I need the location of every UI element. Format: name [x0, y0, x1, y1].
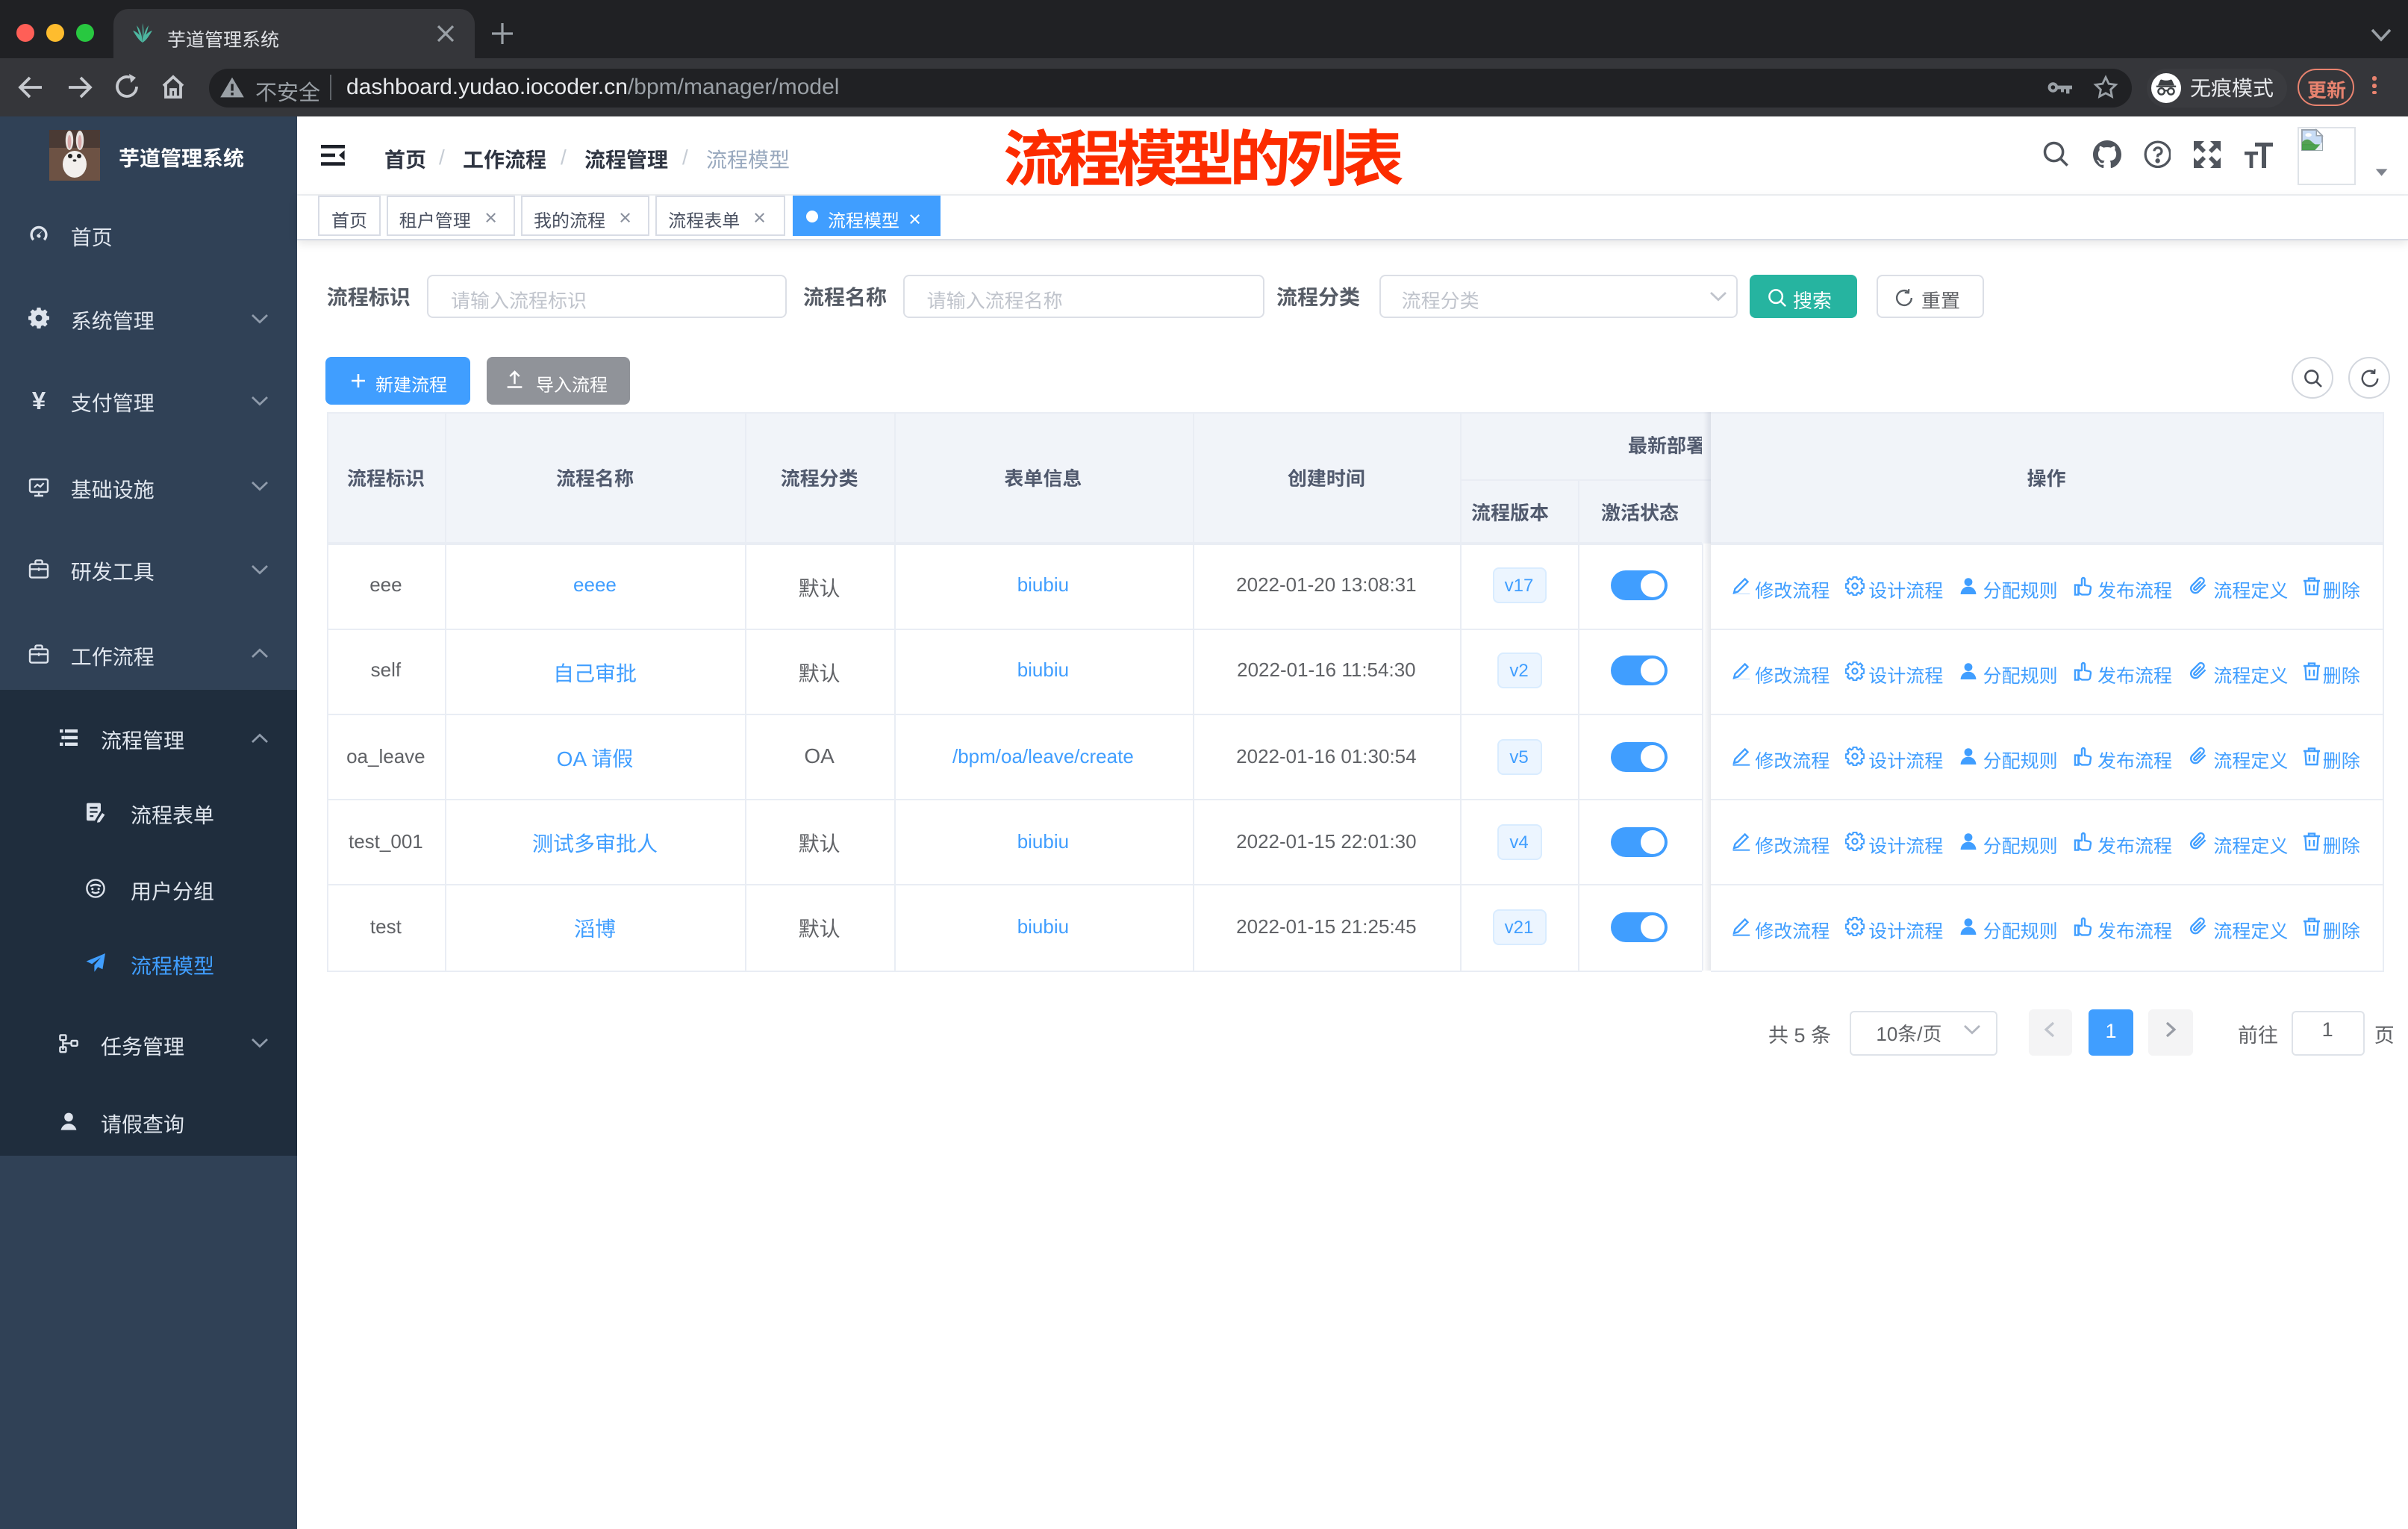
- svg-text:¥: ¥: [31, 390, 46, 411]
